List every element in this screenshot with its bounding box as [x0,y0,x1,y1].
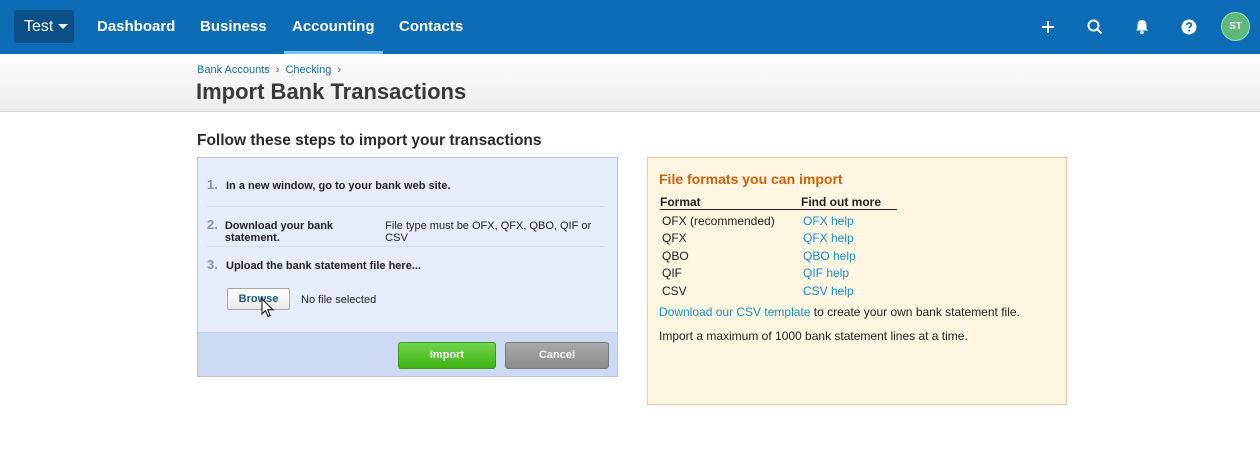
breadcrumb: Bank Accounts › Checking › [197,64,347,76]
nav-accounting[interactable]: Accounting [284,0,382,54]
format-name: QIF [662,266,682,281]
csv-template-line: Download our CSV template to create your… [659,305,1020,319]
browse-button[interactable]: Browse [227,288,290,310]
nav-business[interactable]: Business [200,0,267,54]
divider [207,206,604,207]
step-instruction: Upload the bank statement file here... [226,260,421,272]
formats-title: File formats you can import [659,171,843,187]
step-instruction: Download your bank statement. [224,220,334,244]
breadcrumb-separator: › [337,64,341,76]
divider [207,246,604,247]
formats-header-row: Format Find out more [660,195,897,210]
bell-icon[interactable] [1130,15,1154,39]
step-number: 1. [207,177,218,192]
chevron-down-icon [58,24,69,29]
org-switcher[interactable]: Test [14,10,74,43]
page-title: Import Bank Transactions [196,79,467,104]
format-name: CSV [662,283,687,298]
format-name: QBO [662,248,689,263]
mouse-pointer-icon [261,298,275,318]
column-header-help: Find out more [801,195,881,209]
format-help-link[interactable]: OFX help [803,214,854,228]
nav-contacts[interactable]: Contacts [399,0,463,54]
table-row: QFX QFX help [660,230,897,248]
step-3: 3. Upload the bank statement file here..… [207,257,603,272]
steps-heading: Follow these steps to import your transa… [197,132,542,149]
breadcrumb-separator: › [275,64,280,76]
nav-dashboard[interactable]: Dashboard [97,0,175,54]
help-icon[interactable] [1177,15,1201,39]
format-help-link[interactable]: CSV help [803,284,854,298]
steps-panel: 1. In a new window, go to your bank web … [197,157,618,377]
format-help-link[interactable]: QBO help [803,249,856,263]
format-name: QFX [662,231,687,246]
file-formats-panel: File formats you can import Format Find … [647,157,1067,405]
formats-table: Format Find out more OFX (recommended) O… [660,195,897,300]
table-row: OFX (recommended) OFX help [660,212,897,230]
step-2: 2. Download your bank statement. File ty… [207,217,603,244]
org-name: Test [24,17,54,35]
table-row: CSV CSV help [660,282,897,300]
column-header-format: Format [660,195,701,209]
plus-icon[interactable] [1036,15,1060,39]
cancel-button[interactable]: Cancel [505,342,609,369]
max-lines-note: Import a maximum of 1000 bank statement … [659,329,968,343]
step-detail: File type must be OFX, QFX, QBO, QIF or … [385,220,592,244]
action-bar: Import Cancel [198,332,617,376]
table-row: QIF QIF help [660,265,897,283]
breadcrumb-checking[interactable]: Checking [285,64,331,76]
top-nav: Test Dashboard Business Accounting Conta… [0,0,1260,54]
step-instruction: In a new window, go to your bank web sit… [226,180,451,192]
search-icon[interactable] [1083,15,1107,39]
format-help-link[interactable]: QIF help [803,266,849,280]
format-help-link[interactable]: QFX help [803,231,854,245]
step-number: 2. [207,217,218,232]
step-1: 1. In a new window, go to your bank web … [207,177,603,192]
step-number: 3. [207,257,218,272]
format-name: OFX (recommended) [662,213,775,228]
breadcrumb-bank-accounts[interactable]: Bank Accounts [197,64,270,76]
import-button[interactable]: Import [398,342,496,369]
page-header [0,54,1260,112]
csv-template-link[interactable]: Download our CSV template [659,305,810,319]
avatar[interactable]: ST [1221,12,1250,41]
csv-template-text: to create your own bank statement file. [813,305,1020,319]
table-row: QBO QBO help [660,247,897,265]
file-status: No file selected [301,294,377,306]
